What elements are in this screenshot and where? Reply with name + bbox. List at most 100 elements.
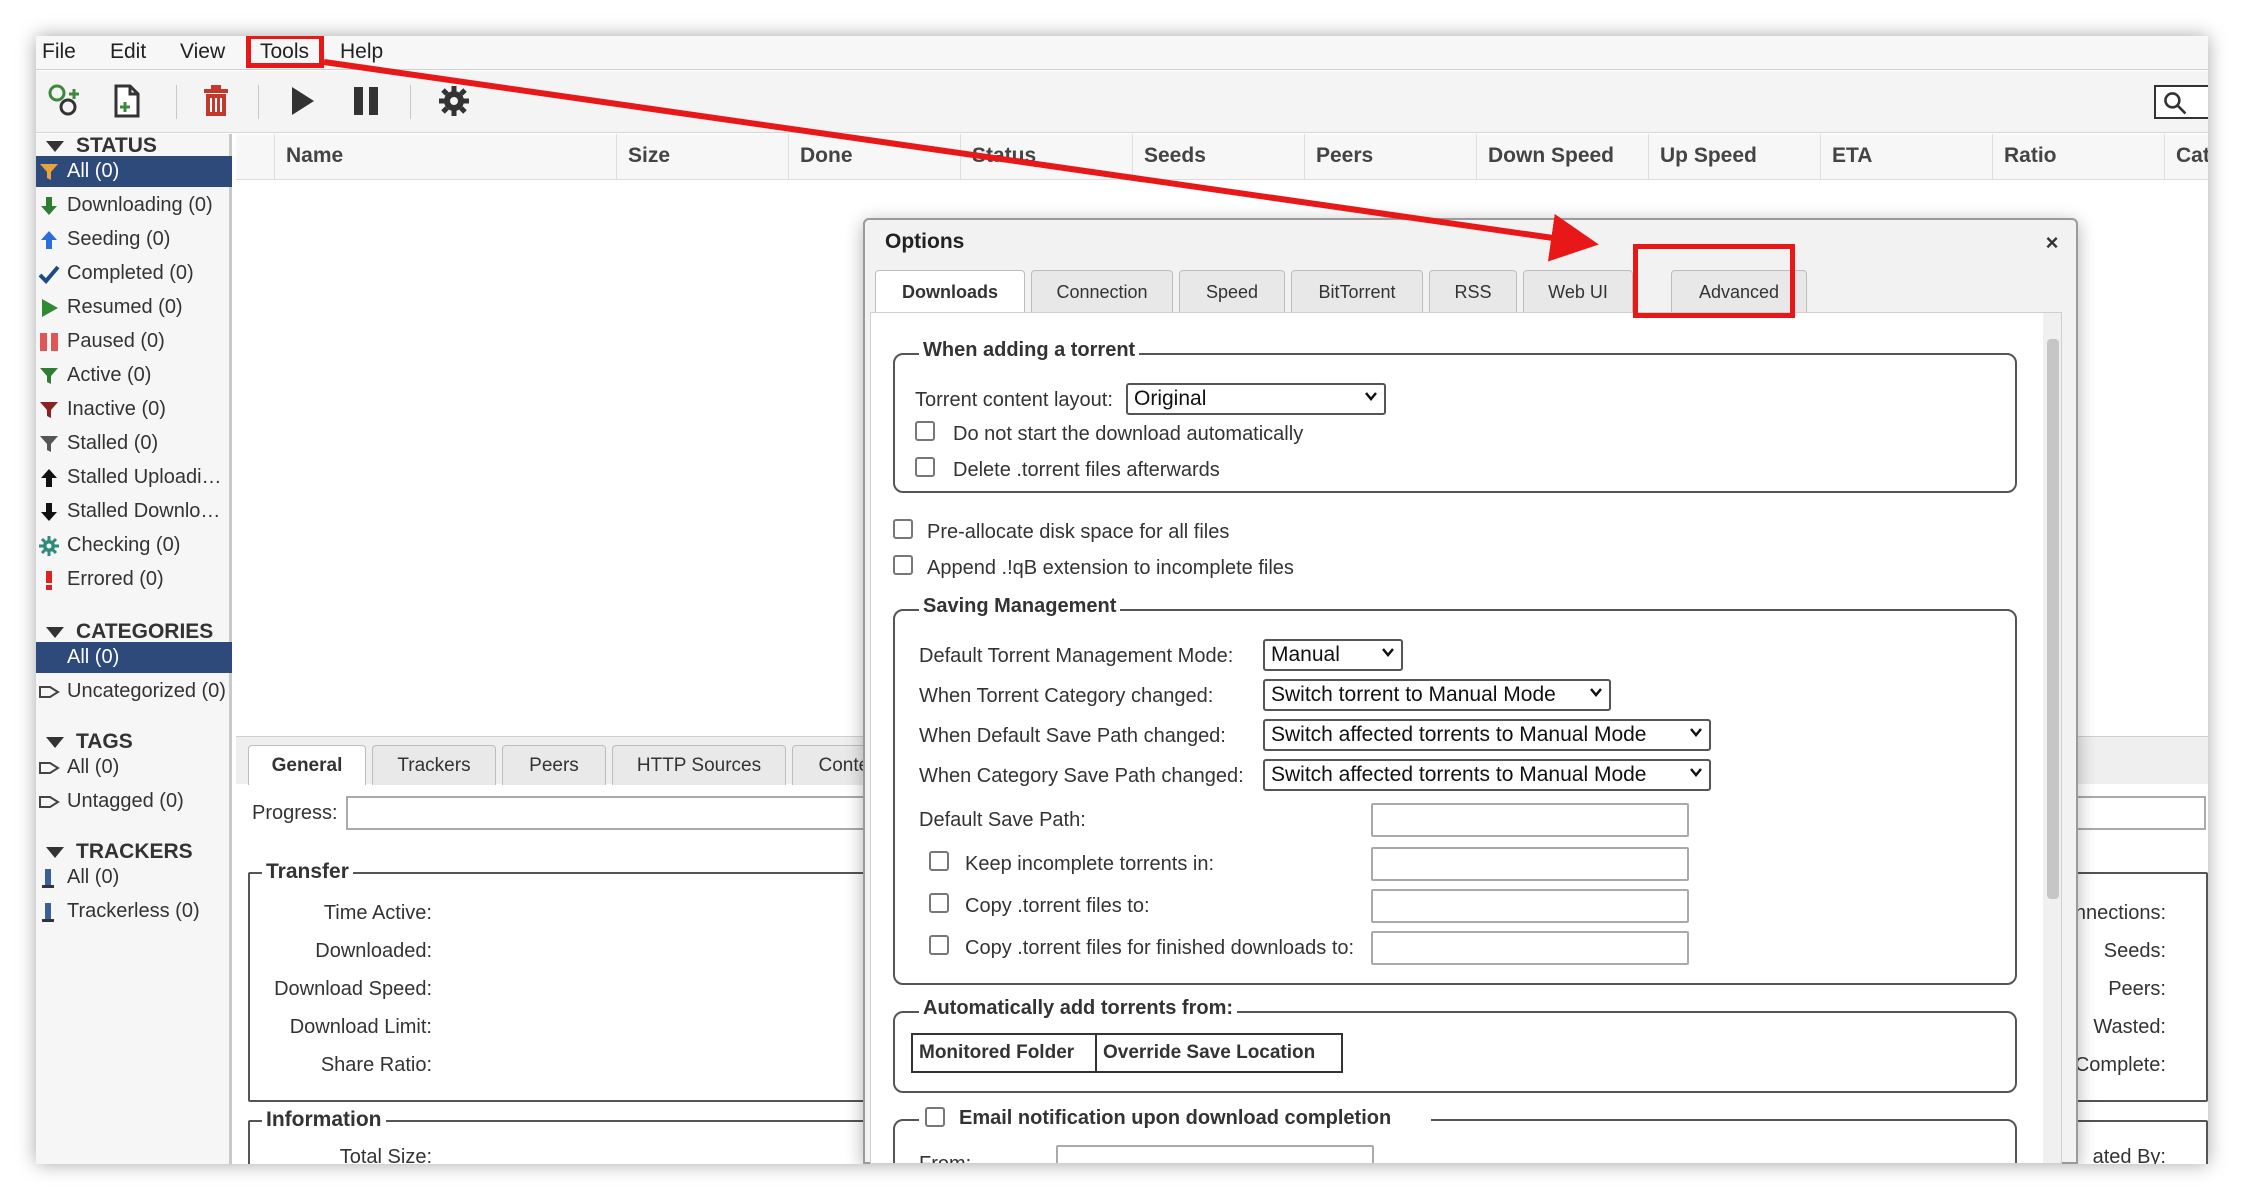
close-icon[interactable]: × xyxy=(2040,232,2064,256)
column-ratio[interactable]: Ratio xyxy=(2004,144,2057,168)
menu-view[interactable]: View xyxy=(180,40,225,64)
sidebar-tag-untagged[interactable]: Untagged (0) xyxy=(36,786,232,817)
menu-file[interactable]: File xyxy=(42,40,76,64)
auto-add-legend: Automatically add torrents from: xyxy=(919,997,1238,1020)
column-down-speed[interactable]: Down Speed xyxy=(1488,144,1614,168)
content-layout-label: Torrent content layout: xyxy=(915,389,1113,411)
column-up-speed[interactable]: Up Speed xyxy=(1660,144,1757,168)
add-torrent-link-icon[interactable] xyxy=(44,81,84,121)
column-eta[interactable]: ETA xyxy=(1832,144,1872,168)
menu-edit[interactable]: Edit xyxy=(110,40,146,64)
categories-header[interactable]: CATEGORIES xyxy=(46,620,213,644)
total-size-label: Total Size: xyxy=(339,1146,432,1164)
filter-icon xyxy=(40,402,58,418)
append-extension-checkbox[interactable] xyxy=(893,555,913,575)
do-not-start-checkbox[interactable] xyxy=(915,421,935,441)
server-icon xyxy=(42,903,54,922)
sidebar-tracker-all[interactable]: All (0) xyxy=(36,862,232,893)
sidebar-item-all[interactable]: All (0) xyxy=(36,156,232,187)
tag-icon xyxy=(39,762,60,774)
column-status[interactable]: Status xyxy=(972,144,1036,168)
pause-icon[interactable] xyxy=(346,81,386,121)
play-resume-icon[interactable] xyxy=(282,81,322,121)
scrollbar[interactable] xyxy=(2043,313,2061,1163)
sidebar-tag-all[interactable]: All (0) xyxy=(36,752,232,783)
status-header[interactable]: STATUS xyxy=(46,134,157,158)
chevron-down-icon xyxy=(1365,392,1377,401)
column-category[interactable]: Catego xyxy=(2176,144,2208,168)
sidebar-item-stalled[interactable]: Stalled (0) xyxy=(36,428,232,459)
transfer-legend: Transfer xyxy=(262,860,353,884)
sidebar-item-seeding[interactable]: Seeding (0) xyxy=(36,224,232,255)
copy-torrent-checkbox[interactable] xyxy=(929,893,949,913)
email-notification-checkbox[interactable] xyxy=(925,1107,945,1127)
menu-help[interactable]: Help xyxy=(340,40,383,64)
pause-icon xyxy=(40,333,58,351)
delete-trash-icon[interactable] xyxy=(196,81,236,121)
email-from-input[interactable] xyxy=(1056,1145,1374,1163)
sidebar-item-checking[interactable]: Checking (0) xyxy=(36,530,232,561)
scrollbar-thumb[interactable] xyxy=(2047,339,2059,899)
tab-rss[interactable]: RSS xyxy=(1429,270,1517,312)
add-torrent-file-icon[interactable] xyxy=(106,81,146,121)
tab-general[interactable]: General xyxy=(248,745,366,785)
keep-incomplete-input[interactable] xyxy=(1371,847,1689,881)
copy-torrent-input[interactable] xyxy=(1371,889,1689,923)
search-box[interactable] xyxy=(2154,85,2208,119)
sidebar-item-completed[interactable]: Completed (0) xyxy=(36,258,232,289)
category-path-changed-select[interactable]: Switch affected torrents to Manual Mode xyxy=(1263,759,1711,791)
copy-finished-label: Copy .torrent files for finished downloa… xyxy=(965,937,1355,959)
tab-speed[interactable]: Speed xyxy=(1179,270,1285,312)
default-save-path-input[interactable] xyxy=(1371,803,1689,837)
sidebar-tracker-trackerless[interactable]: Trackerless (0) xyxy=(36,896,232,927)
tab-http-sources[interactable]: HTTP Sources xyxy=(612,745,786,785)
override-save-location-column: Override Save Location xyxy=(1103,1042,1316,1063)
saving-management-legend: Saving Management xyxy=(919,595,1121,618)
keep-incomplete-checkbox[interactable] xyxy=(929,851,949,871)
trackers-header[interactable]: TRACKERS xyxy=(46,840,193,864)
settings-gear-icon[interactable] xyxy=(434,81,474,121)
copy-finished-input[interactable] xyxy=(1371,931,1689,965)
sidebar-item-resumed[interactable]: Resumed (0) xyxy=(36,292,232,323)
content-layout-select[interactable]: Original xyxy=(1126,383,1386,415)
filter-icon xyxy=(40,368,58,384)
column-seeds[interactable]: Seeds xyxy=(1144,144,1206,168)
copy-finished-checkbox[interactable] xyxy=(929,935,949,955)
tab-connection[interactable]: Connection xyxy=(1031,270,1173,312)
monitored-folders-table-header: Monitored Folder Override Save Location xyxy=(911,1033,1343,1073)
sidebar-item-downloading[interactable]: Downloading (0) xyxy=(36,190,232,221)
chevron-down-icon xyxy=(1382,648,1394,657)
sidebar-category-uncategorized[interactable]: Uncategorized (0) xyxy=(36,676,232,707)
sidebar-item-stalled-uploading[interactable]: Stalled Uploadi… xyxy=(36,462,232,493)
preallocate-checkbox[interactable] xyxy=(893,519,913,539)
downloads-settings-panel: When adding a torrent Torrent content la… xyxy=(870,312,2062,1164)
management-mode-label: Default Torrent Management Mode: xyxy=(919,645,1234,667)
download-speed-label: Download Speed: xyxy=(274,978,432,1000)
tags-header[interactable]: TAGS xyxy=(46,730,133,754)
tab-bittorrent[interactable]: BitTorrent xyxy=(1291,270,1423,312)
category-path-changed-label: When Category Save Path changed: xyxy=(919,765,1244,787)
sidebar-item-paused[interactable]: Paused (0) xyxy=(36,326,232,357)
category-changed-select[interactable]: Switch torrent to Manual Mode xyxy=(1263,679,1611,711)
management-mode-select[interactable]: Manual xyxy=(1263,639,1403,671)
sidebar-item-stalled-downloading[interactable]: Stalled Downlo… xyxy=(36,496,232,527)
sidebar-item-active[interactable]: Active (0) xyxy=(36,360,232,391)
tab-downloads[interactable]: Downloads xyxy=(875,270,1025,312)
options-dialog: Options × Downloads Connection Speed Bit… xyxy=(863,218,2078,1164)
column-peers[interactable]: Peers xyxy=(1316,144,1373,168)
sidebar-item-inactive[interactable]: Inactive (0) xyxy=(36,394,232,425)
when-adding-legend: When adding a torrent xyxy=(919,339,1140,362)
sidebar-item-errored[interactable]: Errored (0) xyxy=(36,564,232,595)
delete-torrent-checkbox[interactable] xyxy=(915,457,935,477)
column-name[interactable]: Name xyxy=(286,144,343,168)
column-done[interactable]: Done xyxy=(800,144,853,168)
default-path-changed-select[interactable]: Switch affected torrents to Manual Mode xyxy=(1263,719,1711,751)
sidebar-category-all[interactable]: All (0) xyxy=(36,642,232,673)
tab-peers[interactable]: Peers xyxy=(502,745,606,785)
delete-torrent-label: Delete .torrent files afterwards xyxy=(953,459,1220,481)
tab-web-ui[interactable]: Web UI xyxy=(1523,270,1633,312)
email-legend: Email notification upon download complet… xyxy=(919,1105,1431,1133)
tab-trackers[interactable]: Trackers xyxy=(372,745,496,785)
column-size[interactable]: Size xyxy=(628,144,670,168)
time-active-label: Time Active: xyxy=(323,902,432,924)
